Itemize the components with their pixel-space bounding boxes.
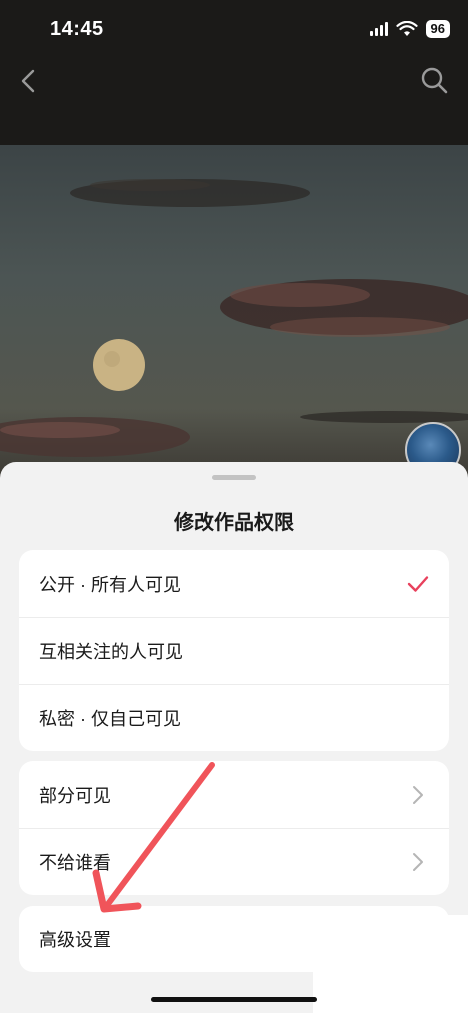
search-icon[interactable] [420, 66, 448, 94]
cellular-signal-icon [369, 22, 388, 36]
option-label: 高级设置 [39, 930, 111, 950]
chevron-right-icon [413, 785, 423, 804]
checkmark-icon [407, 575, 429, 592]
option-label: 私密 · 仅自己可见 [39, 709, 181, 729]
media-image [0, 179, 468, 457]
option-public[interactable]: 公开 · 所有人可见 [19, 550, 449, 617]
wifi-icon [395, 21, 418, 36]
home-indicator [151, 997, 317, 1002]
option-private[interactable]: 私密 · 仅自己可见 [19, 684, 449, 751]
option-mutual-follow[interactable]: 互相关注的人可见 [19, 617, 449, 684]
chevron-right-icon [413, 853, 423, 871]
top-bar: 14:45 96 [0, 0, 468, 145]
option-label: 不给谁看 [39, 853, 111, 873]
sheet-drag-handle[interactable] [212, 475, 256, 480]
post-media[interactable] [0, 145, 468, 475]
option-label: 互相关注的人可见 [39, 642, 183, 662]
chevron-left-icon[interactable] [16, 68, 42, 94]
option-label: 部分可见 [39, 785, 111, 806]
option-label: 公开 · 所有人可见 [39, 574, 181, 595]
corner-overlay [313, 915, 468, 1013]
visibility-options-group: 公开 · 所有人可见 互相关注的人可见 私密 · 仅自己可见 [19, 550, 449, 751]
option-hide-from[interactable]: 不给谁看 [19, 828, 449, 895]
status-icons: 96 [369, 20, 450, 38]
partial-visibility-group: 部分可见 不给谁看 [19, 761, 449, 895]
battery-icon: 96 [425, 20, 450, 38]
sheet-title: 修改作品权限 [174, 512, 294, 534]
status-time: 14:45 [50, 18, 104, 40]
option-partially-visible[interactable]: 部分可见 [19, 761, 449, 828]
